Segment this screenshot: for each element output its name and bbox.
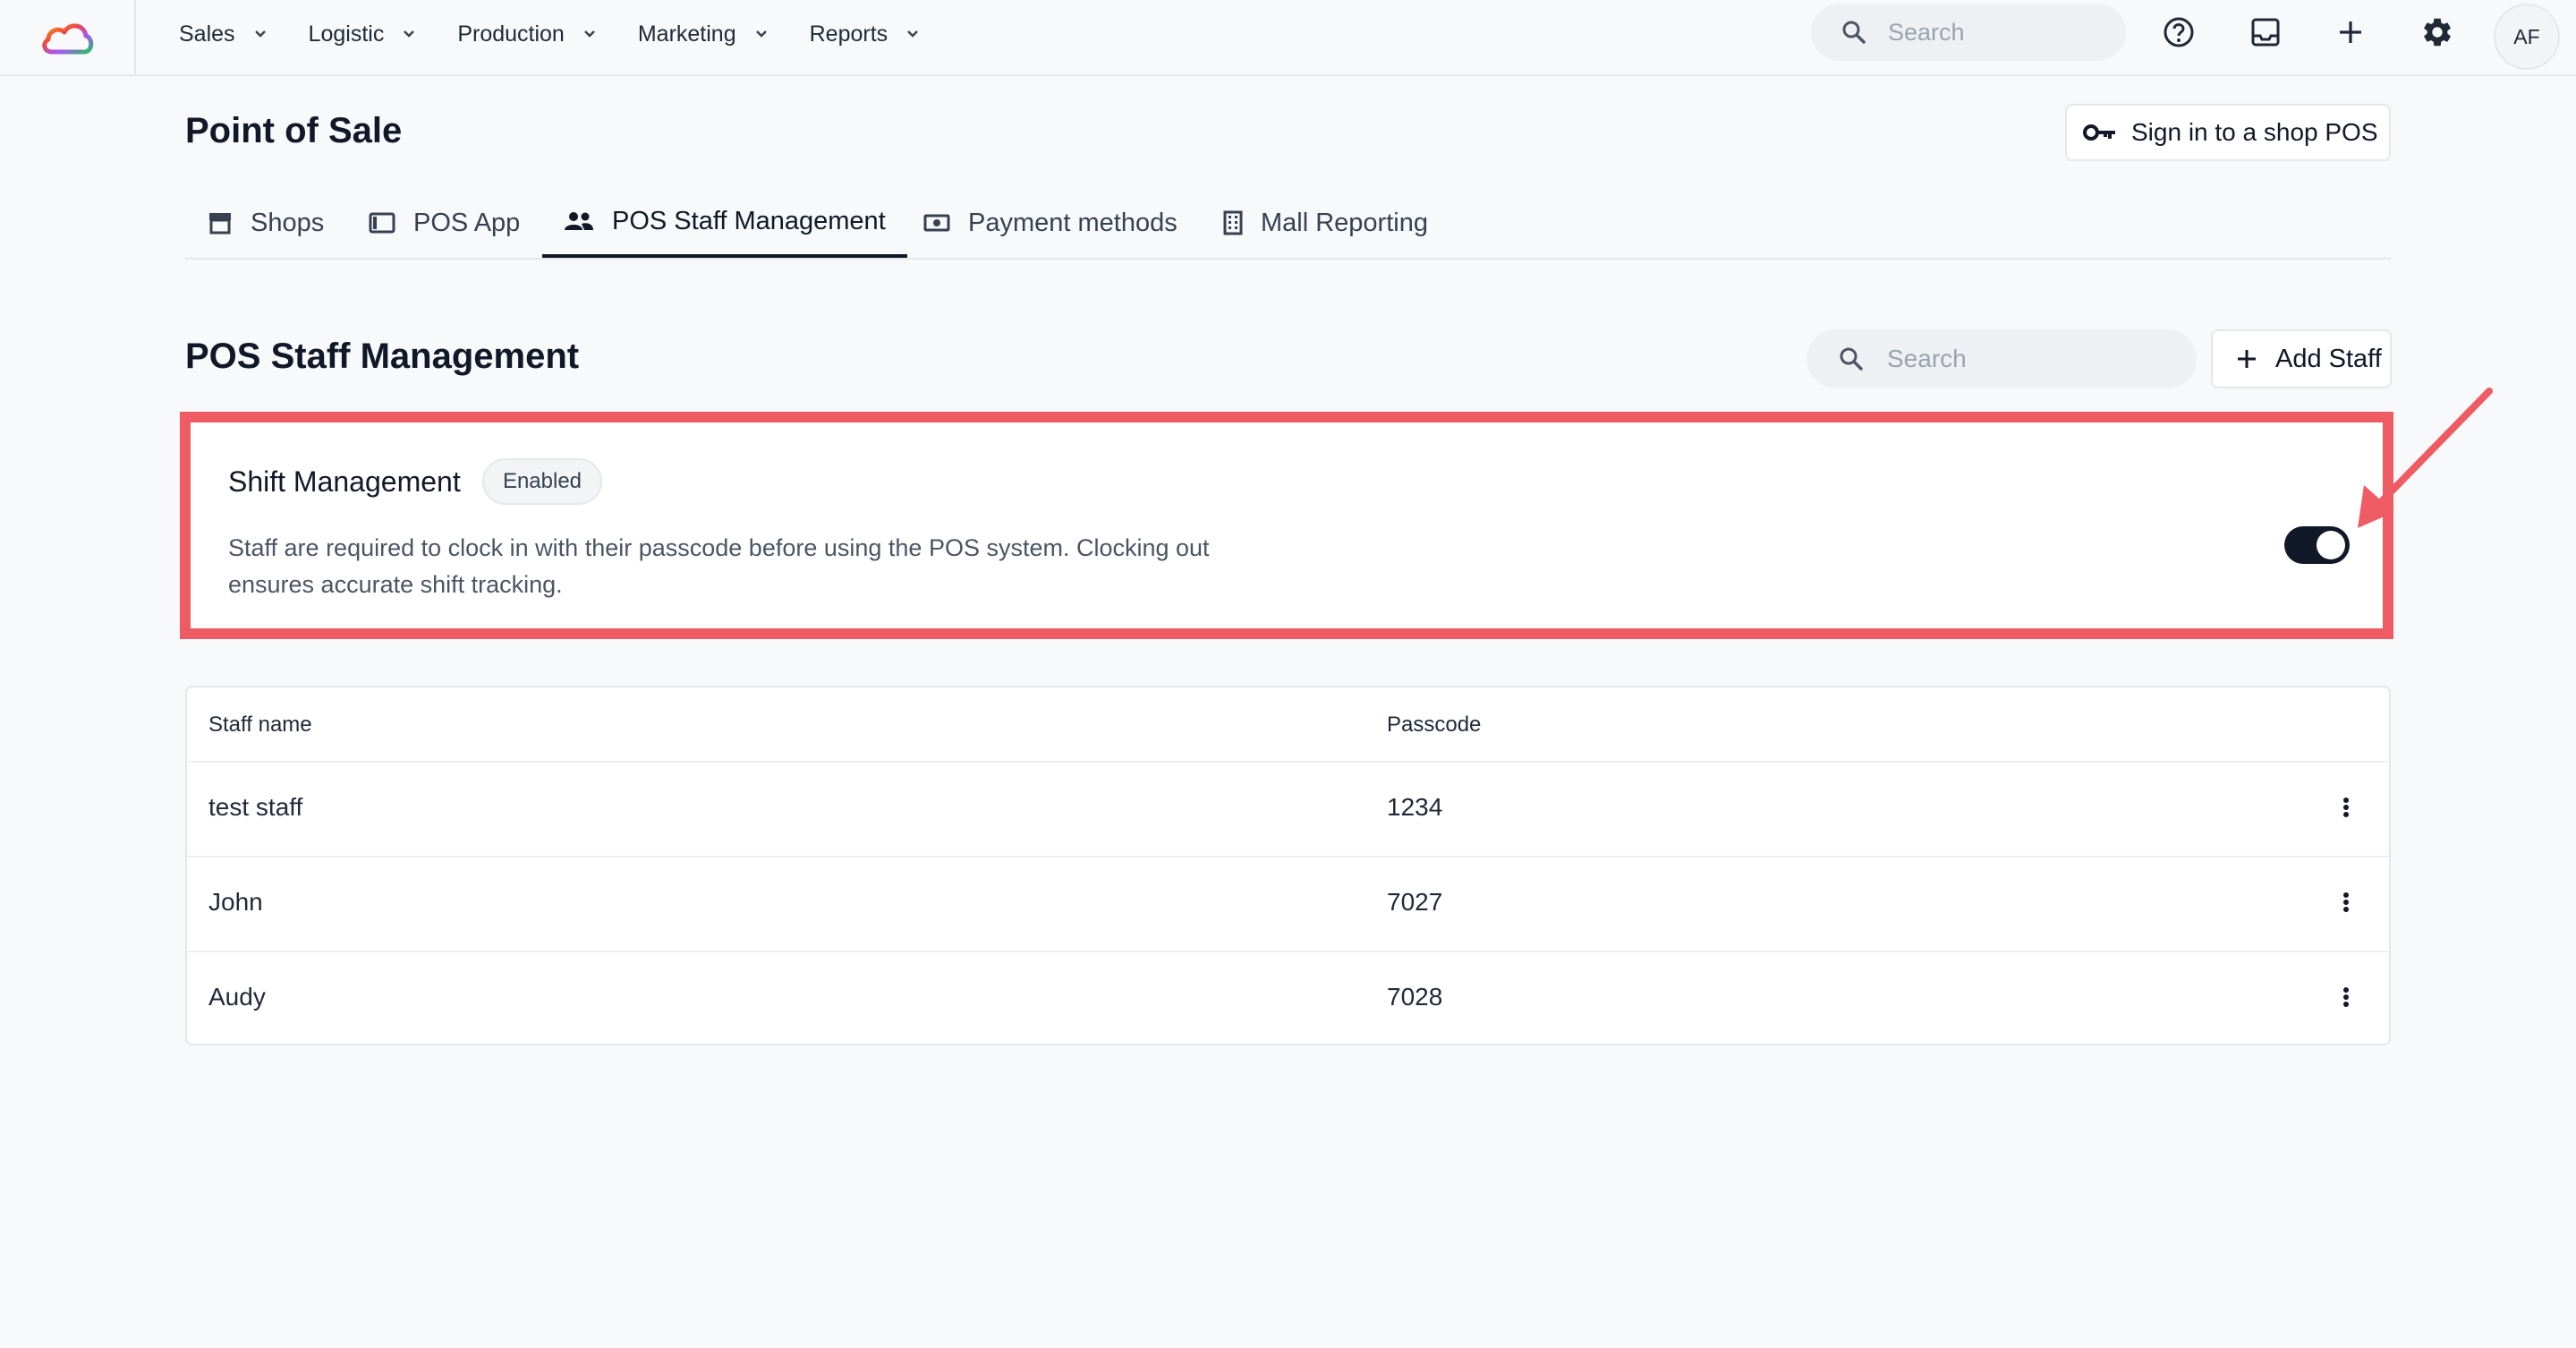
- passcode-cell: 1234: [1387, 793, 1443, 821]
- key-icon: [2083, 124, 2115, 141]
- tablet-icon: [369, 212, 395, 234]
- sign-in-shop-pos-label: Sign in to a shop POS: [2131, 118, 2378, 146]
- tab-mall-reporting-label: Mall Reporting: [1261, 208, 1428, 237]
- top-bar: Sales Logistic Production Marketing Repo…: [0, 0, 2576, 76]
- more-vertical-icon: [2343, 798, 2349, 817]
- chevron-down-icon: [907, 30, 919, 38]
- chevron-down-icon: [404, 30, 415, 38]
- staff-search-input[interactable]: Search: [1807, 329, 2197, 388]
- row-menu-button[interactable]: [2333, 886, 2359, 918]
- staff-table: Staff name Passcode test staff 1234 John…: [185, 686, 2391, 1045]
- page-title: Point of Sale: [185, 111, 403, 150]
- nav-marketing[interactable]: Marketing: [638, 21, 770, 47]
- pos-tabs: Shops POS App POS Staff Management Payme…: [185, 188, 2391, 260]
- main-nav: Sales Logistic Production Marketing Repo…: [179, 0, 961, 68]
- column-header-passcode: Passcode: [1387, 712, 1482, 737]
- nav-logistic-label: Logistic: [308, 21, 385, 47]
- table-row[interactable]: test staff 1234: [187, 761, 2389, 857]
- building-icon: [1223, 210, 1243, 235]
- staff-name-cell: test staff: [208, 793, 303, 821]
- row-menu-button[interactable]: [2333, 981, 2359, 1013]
- add-new-button[interactable]: [2331, 13, 2370, 52]
- inbox-button[interactable]: [2246, 13, 2285, 52]
- passcode-cell: 7027: [1387, 888, 1443, 916]
- store-icon: [209, 213, 231, 235]
- nav-reports-label: Reports: [809, 21, 888, 47]
- tab-shops-label: Shops: [251, 208, 325, 237]
- sign-in-shop-pos-button[interactable]: Sign in to a shop POS: [2065, 104, 2391, 161]
- section-title: POS Staff Management: [185, 337, 580, 376]
- tab-mall-reporting[interactable]: Mall Reporting: [1223, 188, 1428, 258]
- chevron-down-icon: [254, 30, 266, 38]
- more-vertical-icon: [2343, 892, 2349, 912]
- logo[interactable]: [0, 0, 136, 74]
- people-icon: [565, 212, 593, 230]
- staff-name-cell: Audy: [208, 983, 266, 1011]
- plus-icon: [2340, 21, 2361, 43]
- nav-reports[interactable]: Reports: [810, 21, 922, 47]
- tab-pos-app[interactable]: POS App: [369, 188, 520, 258]
- tab-payment-methods-label: Payment methods: [968, 208, 1177, 237]
- tab-pos-app-label: POS App: [413, 208, 521, 237]
- nav-logistic[interactable]: Logistic: [309, 21, 419, 47]
- nav-production-label: Production: [457, 21, 565, 47]
- shift-management-title: Shift Management: [228, 465, 461, 498]
- search-icon: [1840, 347, 1863, 371]
- table-header: Staff name Passcode: [187, 687, 2389, 763]
- shift-management-description: Staff are required to clock in with thei…: [228, 534, 1210, 598]
- gear-icon: [2424, 18, 2451, 47]
- more-vertical-icon: [2343, 987, 2349, 1007]
- shift-management-toggle[interactable]: [2284, 526, 2350, 564]
- toggle-knob: [2317, 531, 2345, 559]
- nav-marketing-label: Marketing: [637, 21, 736, 47]
- column-header-staff-name: Staff name: [208, 712, 312, 737]
- tab-shops[interactable]: Shops: [208, 188, 324, 258]
- plus-icon: [2238, 350, 2256, 368]
- settings-button[interactable]: [2418, 13, 2457, 52]
- add-staff-label: Add Staff: [2275, 344, 2382, 373]
- global-search-placeholder: Search: [1888, 18, 1965, 46]
- table-row[interactable]: Audy 7028: [187, 951, 2389, 1044]
- staff-name-cell: John: [208, 888, 263, 916]
- nav-production[interactable]: Production: [457, 21, 599, 47]
- add-staff-button[interactable]: Add Staff: [2211, 329, 2392, 388]
- chevron-down-icon: [755, 30, 767, 38]
- tab-payment-methods[interactable]: Payment methods: [923, 188, 1177, 258]
- help-icon: [2164, 17, 2194, 47]
- tab-pos-staff-management[interactable]: POS Staff Management: [542, 188, 907, 258]
- tab-pos-staff-management-label: POS Staff Management: [612, 206, 886, 235]
- cloud-logo-icon: [42, 23, 94, 54]
- global-search-input[interactable]: Search: [1811, 4, 2126, 61]
- chevron-down-icon: [583, 30, 595, 38]
- money-icon: [923, 214, 950, 232]
- nav-sales[interactable]: Sales: [179, 21, 269, 47]
- nav-sales-label: Sales: [179, 21, 235, 47]
- help-button[interactable]: [2159, 13, 2198, 52]
- row-menu-button[interactable]: [2333, 791, 2359, 823]
- user-avatar[interactable]: AF: [2494, 4, 2560, 70]
- staff-search-placeholder: Search: [1887, 345, 1967, 372]
- search-icon: [1842, 21, 1866, 44]
- passcode-cell: 7028: [1387, 983, 1443, 1011]
- table-row[interactable]: John 7027: [187, 856, 2389, 952]
- inbox-icon: [2251, 18, 2280, 47]
- status-badge: Enabled: [482, 458, 602, 505]
